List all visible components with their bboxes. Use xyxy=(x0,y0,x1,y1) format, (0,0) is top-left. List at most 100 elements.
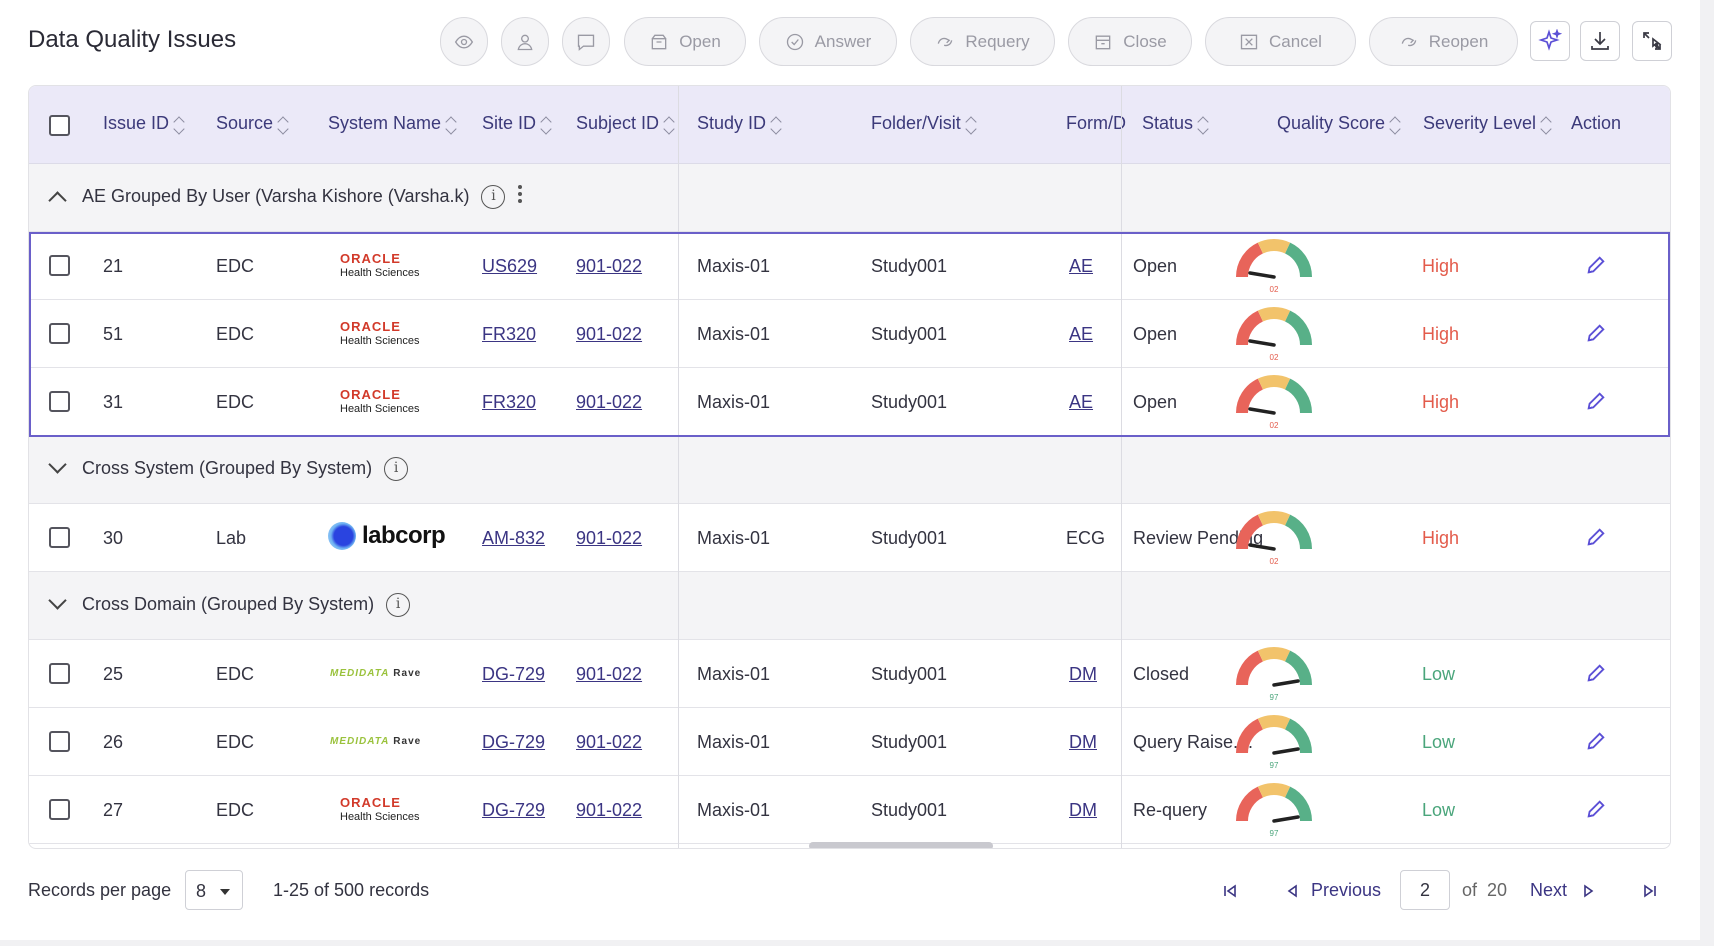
edit-pencil-icon[interactable] xyxy=(1585,526,1607,548)
form-link[interactable]: AE xyxy=(1069,392,1093,413)
issue-id: 31 xyxy=(103,392,124,412)
table-row[interactable]: 27 EDC ORACLE Health Sciences DG-729 901-022 M… xyxy=(29,776,1670,844)
cancel-button[interactable]: Cancel xyxy=(1205,17,1356,66)
table-row[interactable]: 21 EDC ORACLE Health Sciences US629 901-022 Ma… xyxy=(29,232,1670,300)
source: EDC xyxy=(216,392,255,412)
col-study-id-label: Study ID xyxy=(697,113,767,133)
select-all-checkbox[interactable] xyxy=(49,115,70,136)
table-row[interactable]: 31 EDC ORACLE Health Sciences FR320 901-022 Ma… xyxy=(29,368,1670,436)
total-pages: 20 xyxy=(1487,880,1508,900)
edit-pencil-icon[interactable] xyxy=(1585,390,1607,412)
download-button[interactable] xyxy=(1580,21,1620,61)
table-row[interactable]: 51 EDC ORACLE Health Sciences FR320 901-022 Ma… xyxy=(29,300,1670,368)
site-id-link[interactable]: DG-729 xyxy=(482,800,545,821)
col-study-id[interactable]: Study ID xyxy=(697,113,782,135)
col-quality-score[interactable]: Quality Score xyxy=(1277,113,1401,135)
expand-button[interactable] xyxy=(1632,21,1672,61)
edit-pencil-icon[interactable] xyxy=(1585,730,1607,752)
requery-button[interactable]: Requery xyxy=(910,17,1055,66)
comment-button[interactable] xyxy=(562,17,610,66)
col-status[interactable]: Status xyxy=(1142,113,1209,135)
open-button[interactable]: Open xyxy=(624,17,746,66)
records-per-page-select[interactable]: 8 xyxy=(185,870,243,910)
subject-id-link[interactable]: 901-022 xyxy=(576,392,642,413)
row-checkbox[interactable] xyxy=(49,731,70,752)
eye-icon xyxy=(454,34,474,49)
site-id-link[interactable]: FR320 xyxy=(482,324,536,345)
info-icon[interactable]: i xyxy=(384,457,409,481)
answer-button[interactable]: Answer xyxy=(759,17,897,66)
form-link[interactable]: DM xyxy=(1069,800,1097,821)
row-checkbox[interactable] xyxy=(49,391,70,412)
previous-page-button[interactable]: Previous xyxy=(1311,880,1381,901)
col-source[interactable]: Source xyxy=(216,113,289,135)
site-id-link[interactable]: FR320 xyxy=(482,392,536,413)
table-row[interactable]: 25 EDC MEDIDATA Rave DG-729 901-022 Maxis-01 St… xyxy=(29,640,1670,708)
subject-id-link[interactable]: 901-022 xyxy=(576,324,642,345)
col-subject-id[interactable]: Subject ID xyxy=(576,113,675,135)
edit-pencil-icon[interactable] xyxy=(1585,662,1607,684)
group-header-row[interactable]: Cross System (Grouped By System) i xyxy=(29,436,1670,504)
subject-id-link[interactable]: 901-022 xyxy=(576,256,642,277)
edit-pencil-icon[interactable] xyxy=(1585,254,1607,276)
sparkle-icon xyxy=(1538,29,1562,51)
expand-icon xyxy=(1643,32,1662,50)
edit-pencil-icon[interactable] xyxy=(1585,322,1607,344)
chevron-down-icon[interactable] xyxy=(48,591,67,610)
subject-id-link[interactable]: 901-022 xyxy=(576,528,642,549)
site-id-link[interactable]: US629 xyxy=(482,256,537,277)
assign-user-button[interactable] xyxy=(501,17,549,66)
study-id: Maxis-01 xyxy=(697,664,771,684)
quality-score-gauge: 02 xyxy=(1230,373,1318,431)
last-page-icon[interactable] xyxy=(1642,883,1658,899)
records-range: 1-25 of 500 records xyxy=(273,880,430,900)
chevron-down-icon[interactable] xyxy=(48,455,67,474)
form-link[interactable]: AE xyxy=(1069,256,1093,277)
issue-id: 27 xyxy=(103,800,124,820)
subject-id-link[interactable]: 901-022 xyxy=(576,732,642,753)
row-checkbox[interactable] xyxy=(49,323,70,344)
row-checkbox[interactable] xyxy=(49,663,70,684)
col-action-label: Action xyxy=(1571,113,1622,133)
info-icon[interactable]: i xyxy=(386,593,411,617)
table-row[interactable]: 30 Lab labcorp AM-832 901-022 Maxis-01 Study00… xyxy=(29,504,1670,572)
table-row[interactable]: 26 EDC MEDIDATA Rave DG-729 901-022 Maxis-01 St… xyxy=(29,708,1670,776)
chevron-up-icon[interactable] xyxy=(48,191,67,210)
severity-level: High xyxy=(1422,256,1460,276)
group-header-row[interactable]: AE Grouped By User (Varsha Kishore (Vars… xyxy=(29,164,1670,232)
col-folder-visit[interactable]: Folder/Visit xyxy=(871,113,977,135)
row-checkbox[interactable] xyxy=(49,527,70,548)
col-form[interactable]: Form/D xyxy=(1066,113,1146,134)
info-icon[interactable]: i xyxy=(481,185,506,209)
form-link[interactable]: AE xyxy=(1069,324,1093,345)
edit-pencil-icon[interactable] xyxy=(1585,798,1607,820)
close-button[interactable]: Close xyxy=(1068,17,1192,66)
oracle-logo-text: ORACLE xyxy=(340,251,401,266)
ai-sparkle-button[interactable] xyxy=(1530,21,1570,61)
form-link[interactable]: DM xyxy=(1069,732,1097,753)
col-severity[interactable]: Severity Level xyxy=(1423,113,1552,135)
site-id-link[interactable]: DG-729 xyxy=(482,732,545,753)
col-system-name[interactable]: System Name xyxy=(328,113,457,135)
more-options-icon[interactable] xyxy=(518,185,523,206)
site-id-link[interactable]: DG-729 xyxy=(482,664,545,685)
requery-icon xyxy=(938,37,953,46)
col-issue-id[interactable]: Issue ID xyxy=(103,113,185,135)
site-id-link[interactable]: AM-832 xyxy=(482,528,545,549)
row-checkbox[interactable] xyxy=(49,255,70,276)
subject-id-link[interactable]: 901-022 xyxy=(576,800,642,821)
reopen-button[interactable]: Reopen xyxy=(1369,17,1518,66)
frozen-column-divider xyxy=(1121,86,1122,848)
subject-id-link[interactable]: 901-022 xyxy=(576,664,642,685)
records-per-page-label: Records per page xyxy=(28,880,172,900)
row-checkbox[interactable] xyxy=(49,799,70,820)
col-site-id[interactable]: Site ID xyxy=(482,113,552,135)
next-page-button[interactable]: Next xyxy=(1530,880,1567,901)
view-button[interactable] xyxy=(440,17,488,66)
first-page-icon[interactable] xyxy=(1222,883,1238,899)
current-page-input[interactable]: 2 xyxy=(1400,870,1450,910)
form-link[interactable]: DM xyxy=(1069,664,1097,685)
group-header-row[interactable]: Cross Domain (Grouped By System) i xyxy=(29,572,1670,640)
horizontal-scrollbar[interactable] xyxy=(809,842,993,848)
source: EDC xyxy=(216,732,255,752)
